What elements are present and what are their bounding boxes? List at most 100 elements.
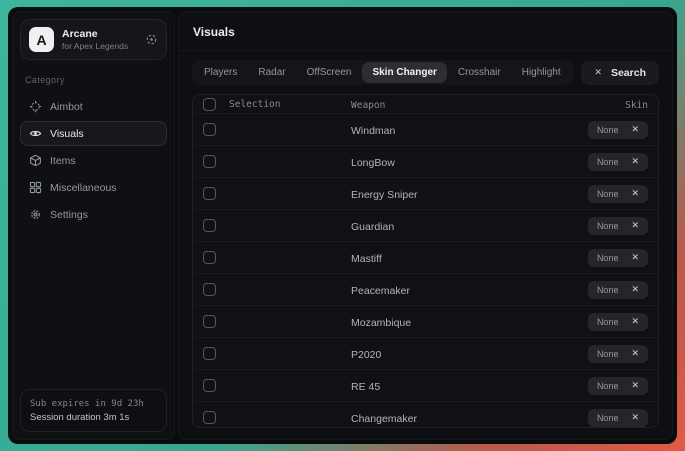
- skin-value: None: [597, 381, 619, 391]
- skin-selector[interactable]: None ✕: [588, 281, 648, 299]
- sidebar-item-label: Visuals: [50, 128, 84, 140]
- sidebar-item[interactable]: Settings: [20, 202, 167, 227]
- grid-icon: [29, 181, 42, 194]
- app-window: A Arcane for Apex Legends Category Aimbo…: [8, 7, 677, 444]
- table-body: Windman None ✕: [193, 113, 658, 428]
- sidebar-item[interactable]: Visuals: [20, 121, 167, 146]
- crosshair-icon: [29, 100, 42, 113]
- weapon-name: Windman: [351, 125, 395, 137]
- skin-value: None: [597, 189, 619, 199]
- tab[interactable]: Skin Changer: [362, 62, 446, 83]
- table-row: Peacemaker None ✕: [193, 273, 658, 305]
- tab[interactable]: Crosshair: [448, 62, 511, 83]
- clear-skin-icon[interactable]: ✕: [631, 413, 639, 422]
- skin-value: None: [597, 221, 619, 231]
- tab[interactable]: Players: [194, 62, 247, 83]
- skin-selector[interactable]: None ✕: [588, 185, 648, 203]
- eye-icon: [29, 127, 42, 140]
- sidebar-nav: Aimbot Visuals Items Miscellaneous: [19, 92, 168, 229]
- search-button-label: Search: [611, 67, 646, 79]
- main-titlebar: Visuals: [179, 12, 672, 51]
- clear-skin-icon[interactable]: ✕: [631, 381, 639, 390]
- row-checkbox[interactable]: [203, 251, 216, 264]
- toolbar: Players Radar OffScreen Skin Changer Cro…: [179, 51, 672, 93]
- skin-value: None: [597, 285, 619, 295]
- skin-selector[interactable]: None ✕: [588, 377, 648, 395]
- page-title: Visuals: [193, 25, 235, 39]
- select-all-checkbox[interactable]: [203, 98, 216, 111]
- sidebar-item[interactable]: Aimbot: [20, 94, 167, 119]
- row-checkbox[interactable]: [203, 187, 216, 200]
- box-icon: [29, 154, 42, 167]
- skin-table: Selection Weapon Skin Windman: [192, 94, 659, 428]
- app-logo: A: [29, 27, 54, 52]
- weapon-name: P2020: [351, 349, 381, 361]
- row-checkbox[interactable]: [203, 379, 216, 392]
- weapon-name: Mozambique: [351, 317, 411, 329]
- clear-skin-icon[interactable]: ✕: [631, 189, 639, 198]
- sub-expires-text: Sub expires in 9d 23h: [30, 397, 157, 411]
- skin-value: None: [597, 253, 619, 263]
- gear-icon: [29, 208, 42, 221]
- weapon-name: Changemaker: [351, 413, 417, 425]
- table-header-row: Selection Weapon Skin: [193, 95, 658, 113]
- clear-skin-icon[interactable]: ✕: [631, 157, 639, 166]
- skin-column-header: Skin: [625, 100, 648, 111]
- skin-selector[interactable]: None ✕: [588, 249, 648, 267]
- skin-selector[interactable]: None ✕: [588, 409, 648, 427]
- tab[interactable]: OffScreen: [297, 62, 362, 83]
- skin-value: None: [597, 317, 619, 327]
- table-row: LongBow None ✕: [193, 145, 658, 177]
- skin-selector[interactable]: None ✕: [588, 313, 648, 331]
- main-panel: Visuals Players Radar OffScreen Skin Cha…: [178, 11, 673, 440]
- skin-value: None: [597, 125, 619, 135]
- search-button[interactable]: ✕ Search: [581, 61, 659, 85]
- skin-value: None: [597, 349, 619, 359]
- category-label: Category: [25, 75, 162, 85]
- table-row: RE 45 None ✕: [193, 369, 658, 401]
- row-checkbox[interactable]: [203, 411, 216, 424]
- table-row: Changemaker None ✕: [193, 401, 658, 428]
- app-title: Arcane: [62, 28, 137, 41]
- session-duration-text: Session duration 3m 1s: [30, 411, 157, 424]
- weapon-name: Guardian: [351, 221, 394, 233]
- sidebar-item[interactable]: Items: [20, 148, 167, 173]
- row-checkbox[interactable]: [203, 123, 216, 136]
- table-row: Mastiff None ✕: [193, 241, 658, 273]
- x-icon: ✕: [594, 68, 602, 77]
- row-checkbox[interactable]: [203, 347, 216, 360]
- clear-skin-icon[interactable]: ✕: [631, 221, 639, 230]
- clear-skin-icon[interactable]: ✕: [631, 125, 639, 134]
- row-checkbox[interactable]: [203, 219, 216, 232]
- subscription-info: Sub expires in 9d 23h Session duration 3…: [20, 389, 167, 432]
- selection-column-header: Selection: [229, 99, 280, 110]
- skin-value: None: [597, 157, 619, 167]
- sidebar: A Arcane for Apex Legends Category Aimbo…: [12, 11, 175, 440]
- skin-selector[interactable]: None ✕: [588, 153, 648, 171]
- tab[interactable]: Highlight: [512, 62, 571, 83]
- weapon-name: Mastiff: [351, 253, 382, 265]
- skin-selector[interactable]: None ✕: [588, 121, 648, 139]
- sidebar-item[interactable]: Miscellaneous: [20, 175, 167, 200]
- skin-selector[interactable]: None ✕: [588, 217, 648, 235]
- skin-selector[interactable]: None ✕: [588, 345, 648, 363]
- clear-skin-icon[interactable]: ✕: [631, 349, 639, 358]
- row-checkbox[interactable]: [203, 315, 216, 328]
- table-row: P2020 None ✕: [193, 337, 658, 369]
- tab[interactable]: Radar: [248, 62, 295, 83]
- sidebar-header: A Arcane for Apex Legends: [20, 19, 167, 60]
- row-checkbox[interactable]: [203, 283, 216, 296]
- table-row: Windman None ✕: [193, 113, 658, 145]
- skin-value: None: [597, 413, 619, 423]
- clear-skin-icon[interactable]: ✕: [631, 317, 639, 326]
- target-icon[interactable]: [145, 33, 158, 46]
- weapon-column-header: Weapon: [351, 100, 385, 111]
- sidebar-item-label: Miscellaneous: [50, 182, 117, 194]
- clear-skin-icon[interactable]: ✕: [631, 285, 639, 294]
- row-checkbox[interactable]: [203, 155, 216, 168]
- tab-bar: Players Radar OffScreen Skin Changer Cro…: [192, 60, 573, 85]
- table-row: Energy Sniper None ✕: [193, 177, 658, 209]
- clear-skin-icon[interactable]: ✕: [631, 253, 639, 262]
- weapon-name: RE 45: [351, 381, 380, 393]
- sidebar-item-label: Items: [50, 155, 76, 167]
